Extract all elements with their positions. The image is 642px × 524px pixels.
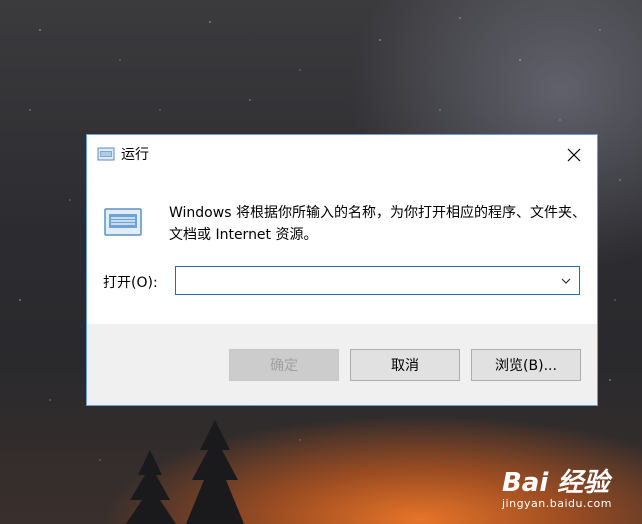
run-dialog: 运行 Windows 将根据你所输入的名称，为你打开相应的程序、文件夹、文档或 … (86, 134, 598, 406)
watermark: Bai 经验 jingyan.baidu.com (502, 469, 612, 510)
open-dropdown-button[interactable] (553, 267, 579, 294)
title-bar[interactable]: 运行 (87, 135, 597, 175)
run-icon (104, 208, 142, 236)
cancel-button[interactable]: 取消 (350, 349, 460, 381)
open-label: 打开(O): (103, 275, 158, 291)
tree-silhouette (126, 420, 244, 524)
run-icon (97, 147, 115, 161)
watermark-logo: Bai 经验 (501, 468, 610, 498)
browse-button[interactable]: 浏览(B)... (471, 349, 581, 381)
close-icon (567, 148, 581, 162)
watermark-url: jingyan.baidu.com (501, 497, 612, 510)
close-button[interactable] (551, 135, 597, 175)
chevron-down-icon (561, 278, 571, 284)
open-input[interactable] (176, 267, 558, 294)
dialog-title: 运行 (121, 147, 149, 163)
button-bar: 确定 取消 浏览(B)... (87, 324, 597, 405)
ok-button[interactable]: 确定 (229, 349, 339, 381)
dialog-description: Windows 将根据你所输入的名称，为你打开相应的程序、文件夹、文档或 Int… (169, 205, 586, 243)
open-combobox[interactable] (175, 266, 580, 295)
